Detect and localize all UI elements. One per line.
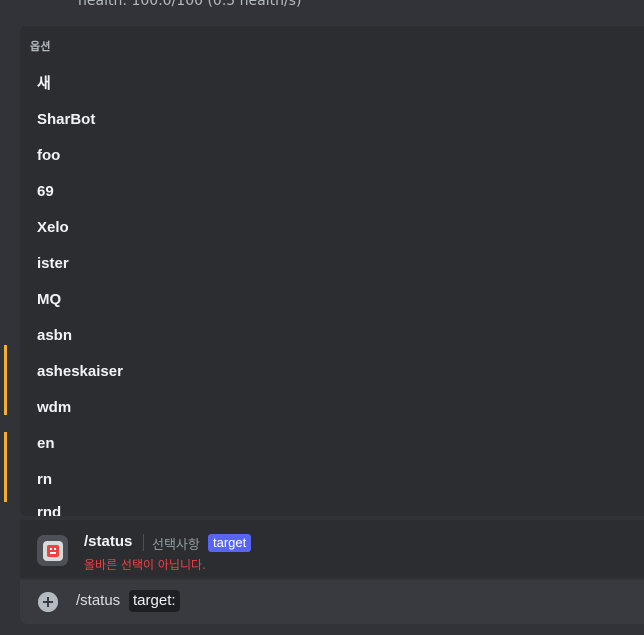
background-message-text: health: 100.0/100 (0.5 health/s): [78, 0, 302, 9]
options-header: 옵션: [30, 40, 51, 53]
option-item[interactable]: wdm: [20, 390, 644, 426]
message-input-bar[interactable]: /status target:: [20, 580, 644, 624]
param-badge[interactable]: target: [208, 534, 252, 552]
option-item[interactable]: Xelo: [20, 210, 644, 246]
mention-highlight-bar: [4, 345, 7, 415]
option-item[interactable]: en: [20, 426, 644, 462]
autocomplete-options-panel: 옵션 새 SharBot foo 69 Xelo ister MQ asbn a…: [20, 26, 644, 516]
option-item[interactable]: SharBot: [20, 102, 644, 138]
option-item[interactable]: rn: [20, 462, 644, 498]
input-param-pill[interactable]: target:: [129, 590, 180, 612]
options-list: 새 SharBot foo 69 Xelo ister MQ asbn ashe…: [20, 66, 644, 516]
optional-label: 선택사항: [152, 538, 200, 553]
option-item[interactable]: ister: [20, 246, 644, 282]
mention-highlight-bar: [4, 432, 7, 502]
option-item[interactable]: foo: [20, 138, 644, 174]
option-item[interactable]: 새: [20, 66, 644, 102]
divider: [143, 534, 144, 551]
bot-avatar-icon: [37, 535, 68, 566]
command-name: /status: [84, 533, 133, 550]
option-item[interactable]: asbn: [20, 318, 644, 354]
plus-circle-icon[interactable]: [38, 592, 58, 612]
option-item[interactable]: 69: [20, 174, 644, 210]
command-preview-card: /status 선택사항 target 올바른 선택이 아닙니다.: [20, 520, 644, 578]
option-item[interactable]: asheskaiser: [20, 354, 644, 390]
option-item[interactable]: MQ: [20, 282, 644, 318]
option-item[interactable]: rnd: [20, 498, 644, 516]
error-message: 올바른 선택이 아닙니다.: [84, 558, 206, 572]
input-command-text[interactable]: /status: [76, 592, 120, 609]
